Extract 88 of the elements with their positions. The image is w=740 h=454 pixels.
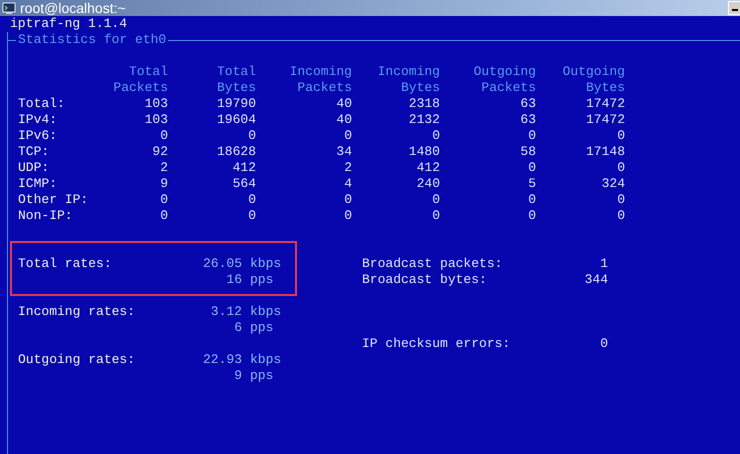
- panel-title: Statistics for eth0: [17, 32, 168, 48]
- table-cell-text: 1480: [408, 144, 440, 160]
- row-label: IPv4:: [18, 112, 58, 128]
- table-cell-text: 0: [527, 128, 536, 144]
- app-title: iptraf-ng 1.1.4: [9, 16, 128, 32]
- rate-unit: kbps: [250, 256, 282, 272]
- table-cell-text: 63: [519, 96, 536, 112]
- table-cell-text: 0: [343, 128, 352, 144]
- rate-label: Incoming rates:: [18, 304, 136, 320]
- rate-label: Total rates:: [18, 256, 113, 272]
- table-cell-text: 2132: [408, 112, 440, 128]
- table-cell-text: 0: [616, 128, 625, 144]
- window-title: root@localhost:~: [20, 0, 127, 16]
- column-header: Outgoing Packets: [474, 64, 536, 96]
- row-label: ICMP:: [18, 176, 58, 192]
- table-cell-text: 40: [335, 112, 352, 128]
- row-label: IPv6:: [18, 128, 58, 144]
- table-cell-text: 0: [343, 208, 352, 224]
- table-cell-text: 92: [151, 144, 168, 160]
- terminal-icon: [2, 1, 16, 15]
- table-cell-text: 18628: [216, 144, 256, 160]
- rate-unit: pps: [250, 272, 274, 288]
- table-cell-text: 0: [616, 160, 625, 176]
- rate-unit: pps: [250, 320, 274, 336]
- column-header: Total Packets: [113, 64, 168, 96]
- table-cell-text: 0: [343, 192, 352, 208]
- table-cell-text: 63: [519, 112, 536, 128]
- rate-unit: kbps: [250, 304, 282, 320]
- counter-label: IP checksum errors:: [362, 336, 512, 352]
- table-cell-text: 17148: [584, 144, 625, 160]
- table-cell-text: 17472: [584, 112, 625, 128]
- table-cell-text: 0: [431, 128, 440, 144]
- rate-label: Outgoing rates:: [18, 352, 136, 368]
- table-cell-text: 9: [159, 176, 168, 192]
- table-cell-text: 103: [144, 96, 168, 112]
- row-label: Total:: [18, 96, 66, 112]
- table-cell-text: 0: [247, 208, 256, 224]
- row-label: Non-IP:: [18, 208, 74, 224]
- table-cell-text: 17472: [584, 96, 625, 112]
- table-cell-text: 2318: [408, 96, 440, 112]
- table-cell-text: 0: [616, 192, 625, 208]
- minimize-button[interactable]: [728, 1, 740, 15]
- column-header: Outgoing Bytes: [562, 64, 625, 96]
- rate-unit: kbps: [250, 352, 282, 368]
- table-cell-text: 0: [159, 192, 168, 208]
- table-cell-text: 0: [527, 208, 536, 224]
- table-cell-text: 240: [416, 176, 440, 192]
- rate-value: 16: [225, 272, 242, 288]
- table-cell-text: 0: [616, 208, 625, 224]
- table-cell-text: 4: [343, 176, 352, 192]
- rate-value: 6: [233, 320, 242, 336]
- table-cell-text: 0: [431, 192, 440, 208]
- counter-value: 344: [584, 272, 608, 288]
- rate-value: 9: [233, 368, 242, 384]
- table-cell-text: 0: [431, 208, 440, 224]
- rate-value: 3.12: [210, 304, 242, 320]
- table-cell-text: 0: [527, 160, 536, 176]
- column-header: Incoming Packets: [290, 64, 352, 96]
- rate-value: 22.93: [202, 352, 242, 368]
- column-header: Incoming Bytes: [378, 64, 440, 96]
- row-label: TCP:: [18, 144, 50, 160]
- table-cell-text: 412: [232, 160, 256, 176]
- table-cell-text: 0: [159, 208, 168, 224]
- row-label: UDP:: [18, 160, 50, 176]
- rate-unit: pps: [250, 368, 274, 384]
- table-cell-text: 2: [343, 160, 352, 176]
- table-cell-text: 412: [416, 160, 440, 176]
- column-header: Total Bytes: [216, 64, 256, 96]
- table-cell-text: 324: [600, 176, 625, 192]
- table-cell-text: 564: [232, 176, 256, 192]
- table-cell-text: 19790: [216, 96, 256, 112]
- table-cell-text: 5: [527, 176, 536, 192]
- table-cell-text: 2: [159, 160, 168, 176]
- counter-label: Broadcast packets:: [362, 256, 504, 272]
- row-label: Other IP:: [18, 192, 90, 208]
- table-cell-text: 0: [159, 128, 168, 144]
- table-cell-text: 40: [335, 96, 352, 112]
- counter-label: Broadcast bytes:: [362, 272, 488, 288]
- table-cell-text: 58: [519, 144, 536, 160]
- table-cell-text: 34: [335, 144, 352, 160]
- table-cell-text: 0: [527, 192, 536, 208]
- counter-value: 1: [599, 256, 608, 272]
- table-cell-text: 103: [144, 112, 168, 128]
- counter-value: 0: [599, 336, 608, 352]
- table-cell-text: 0: [247, 192, 256, 208]
- rate-value: 26.05: [202, 256, 242, 272]
- table-cell-text: 19604: [216, 112, 256, 128]
- table-cell-text: 0: [247, 128, 256, 144]
